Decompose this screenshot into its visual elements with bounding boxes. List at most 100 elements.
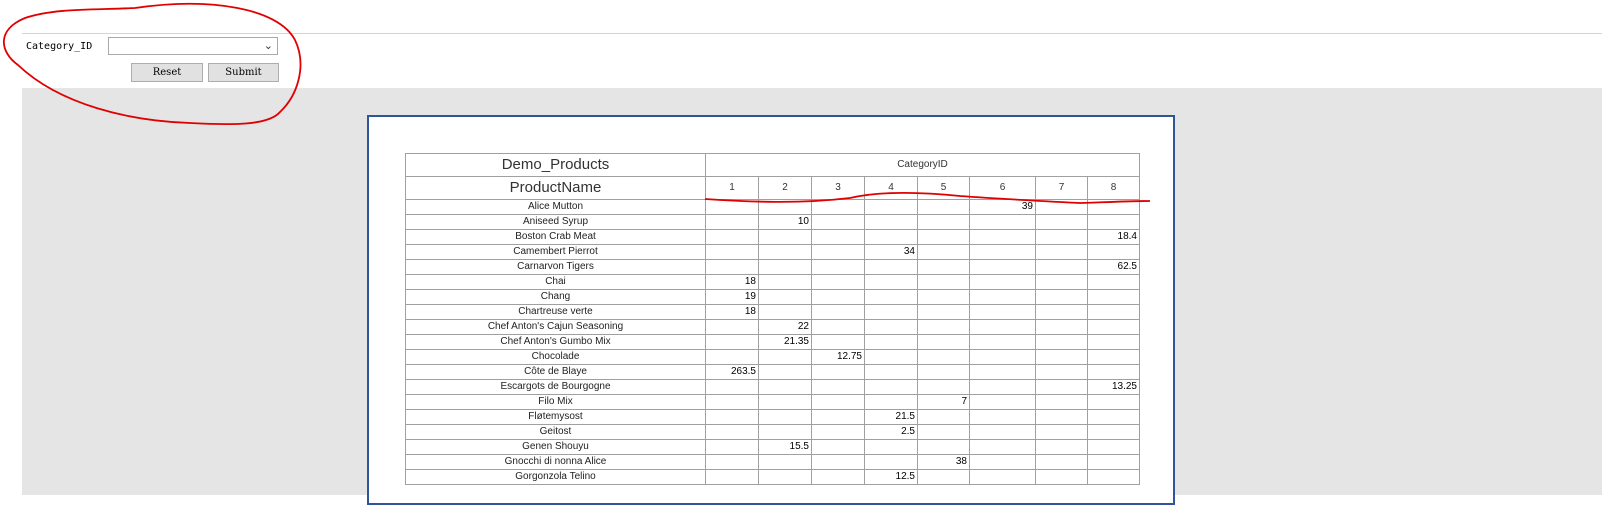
product-name-cell: Fløtemysost [405, 409, 706, 425]
empty-cell [758, 409, 812, 425]
category-header-4: 4 [864, 176, 918, 200]
empty-cell [864, 439, 918, 455]
empty-cell [758, 379, 812, 395]
empty-cell [864, 454, 918, 470]
empty-cell [1087, 349, 1140, 365]
product-name-cell: Geitost [405, 424, 706, 440]
empty-cell [705, 424, 759, 440]
value-cell: 34 [864, 244, 918, 260]
empty-cell [917, 199, 970, 215]
empty-cell [1035, 409, 1088, 425]
value-cell: 38 [917, 454, 970, 470]
empty-cell [969, 289, 1036, 305]
empty-cell [1035, 319, 1088, 335]
empty-cell [758, 199, 812, 215]
value-cell: 2.5 [864, 424, 918, 440]
product-name-cell: Chang [405, 289, 706, 305]
empty-cell [969, 349, 1036, 365]
product-name-cell: Côte de Blaye [405, 364, 706, 380]
table-row: Genen Shouyu 15.5 [405, 439, 1140, 455]
empty-cell [1035, 229, 1088, 245]
empty-cell [917, 304, 970, 320]
product-name-cell: Boston Crab Meat [405, 229, 706, 245]
table-row: Filo Mix 7 [405, 394, 1140, 410]
empty-cell [811, 229, 865, 245]
empty-cell [969, 304, 1036, 320]
empty-cell [1035, 214, 1088, 230]
empty-cell [864, 319, 918, 335]
empty-cell [758, 229, 812, 245]
table-row: Fløtemysost 21.5 [405, 409, 1140, 425]
empty-cell [917, 319, 970, 335]
empty-cell [917, 229, 970, 245]
empty-cell [758, 469, 812, 485]
empty-cell [917, 259, 970, 275]
empty-cell [917, 379, 970, 395]
crosstab-table: Demo_Products CategoryID ProductName 123… [405, 153, 1140, 485]
empty-cell [811, 424, 865, 440]
empty-cell [1035, 289, 1088, 305]
empty-cell [758, 259, 812, 275]
empty-cell [864, 214, 918, 230]
empty-cell [1087, 199, 1140, 215]
empty-cell [811, 304, 865, 320]
empty-cell [1087, 304, 1140, 320]
table-row: Chang 19 [405, 289, 1140, 305]
product-name-cell: Carnarvon Tigers [405, 259, 706, 275]
empty-cell [705, 349, 759, 365]
table-row: Gorgonzola Telino 12.5 [405, 469, 1140, 485]
empty-cell [969, 394, 1036, 410]
submit-button[interactable]: Submit [208, 63, 279, 82]
table-row: Geitost 2.5 [405, 424, 1140, 440]
category-header-2: 2 [758, 176, 812, 200]
empty-cell [1087, 364, 1140, 380]
category-id-select[interactable]: ⌄ [108, 37, 278, 55]
empty-cell [917, 439, 970, 455]
empty-cell [758, 394, 812, 410]
report-title: Demo_Products [405, 153, 706, 177]
empty-cell [1087, 439, 1140, 455]
empty-cell [1087, 289, 1140, 305]
empty-cell [969, 364, 1036, 380]
empty-cell [758, 274, 812, 290]
empty-cell [1087, 424, 1140, 440]
value-cell: 10 [758, 214, 812, 230]
empty-cell [864, 349, 918, 365]
empty-cell [811, 439, 865, 455]
empty-cell [969, 274, 1036, 290]
empty-cell [1035, 304, 1088, 320]
empty-cell [811, 319, 865, 335]
table-row: Chai 18 [405, 274, 1140, 290]
empty-cell [864, 379, 918, 395]
empty-cell [1035, 379, 1088, 395]
empty-cell [811, 469, 865, 485]
empty-cell [1035, 424, 1088, 440]
empty-cell [969, 214, 1036, 230]
empty-cell [917, 214, 970, 230]
product-name-cell: Gorgonzola Telino [405, 469, 706, 485]
empty-cell [969, 244, 1036, 260]
empty-cell [705, 229, 759, 245]
empty-cell [917, 349, 970, 365]
empty-cell [864, 199, 918, 215]
value-cell: 15.5 [758, 439, 812, 455]
value-cell: 62.5 [1087, 259, 1140, 275]
product-name-cell: Camembert Pierrot [405, 244, 706, 260]
empty-cell [1035, 199, 1088, 215]
empty-cell [811, 244, 865, 260]
empty-cell [1035, 334, 1088, 350]
value-cell: 18.4 [1087, 229, 1140, 245]
reset-button[interactable]: Reset [131, 63, 203, 82]
empty-cell [1035, 349, 1088, 365]
empty-cell [758, 304, 812, 320]
empty-cell [1035, 454, 1088, 470]
empty-cell [917, 409, 970, 425]
empty-cell [864, 229, 918, 245]
empty-cell [969, 319, 1036, 335]
empty-cell [811, 289, 865, 305]
value-cell: 13.25 [1087, 379, 1140, 395]
empty-cell [1087, 244, 1140, 260]
empty-cell [811, 334, 865, 350]
empty-cell [705, 259, 759, 275]
empty-cell [1035, 244, 1088, 260]
